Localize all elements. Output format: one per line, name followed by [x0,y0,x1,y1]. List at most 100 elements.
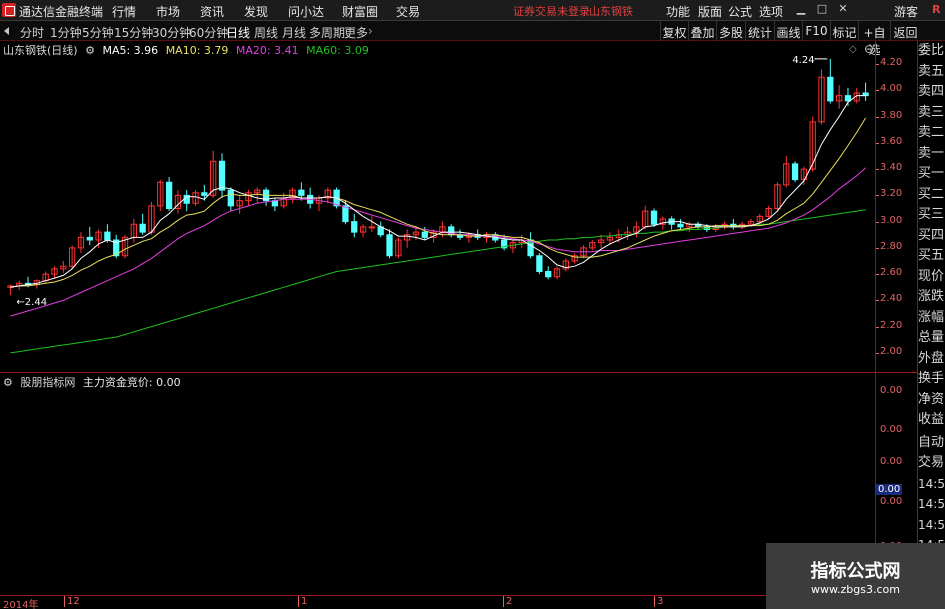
period-fenshi[interactable]: 分时 [20,24,44,41]
tick-time: 14:56 [918,476,945,491]
btn-biaoji[interactable]: 标记 [830,21,858,41]
date-label-12: 12 [64,596,80,607]
login-warning[interactable]: 证券交易未登录 [513,3,590,19]
candle-down [421,231,428,238]
candle-down [650,210,658,225]
menu-item-zixun[interactable]: 资讯 [200,3,224,20]
price-tick-mark [876,195,879,197]
tick-time: 14:56 [918,497,945,511]
trade-label[interactable]: 交易 [918,453,945,474]
candle-down [104,231,111,241]
period-monthly[interactable]: 月线 [282,24,306,41]
quote-label: 卖五 [918,63,945,79]
price-tick: 2.20 [880,319,903,331]
menu-item-xuanxiang[interactable]: 选项 [759,3,783,20]
guest-link[interactable]: 游客 [894,3,918,20]
btn-duogu[interactable]: 多股 [716,21,745,41]
price-tick: 2.80 [880,240,903,252]
app-logo-icon [2,3,16,17]
candle-down [271,200,279,207]
date-label-3: 3 [654,596,663,607]
app-title: 通达信金融终端 [19,5,104,19]
indicator-tick: 0.00 [880,424,903,435]
minimize-icon[interactable]: ▁ [793,2,809,18]
quote-label: 现价 [918,268,945,284]
menu-item-wenxiaoda[interactable]: 问小达 [288,3,324,20]
quote-label: 外盘 [918,350,945,366]
price-tick: 3.00 [880,214,903,226]
price-tick: 2.00 [880,345,903,357]
candle-down [545,271,552,278]
btn-back[interactable]: 返回 [890,21,920,41]
btn-fuquan[interactable]: 复权 [660,21,688,41]
menu-item-hangqing[interactable]: 行情 [112,3,136,20]
close-icon[interactable]: ✕ [835,2,851,18]
indicator-name: 股朋指标网 [20,376,76,389]
candle-down [791,163,799,181]
indicator-panel[interactable]: ⚙ 股朋指标网 主力资金竞价: 0.00 [0,373,875,595]
price-tick-mark [876,142,879,144]
candle-down [139,223,146,233]
period-60min[interactable]: 60分钟 [189,24,228,41]
kline-panel[interactable]: 山东钢铁(日线) ⚙ MA5: 3.96 MA10: 3.79 MA20: 3.… [0,41,875,371]
period-1min[interactable]: 1分钟 [50,24,82,41]
watermark-url: www.zbgs3.com [811,583,900,596]
price-tick: 4.20 [880,57,903,69]
quote-label: 买一 [918,166,945,181]
price-axis: 4.20 4.00 3.80 3.60 3.40 3.20 3.00 2.80 2.60 2.40… [875,41,917,373]
indicator-current-value: 0.00 [876,484,903,495]
trade-label[interactable]: 自动 [918,433,945,454]
period-15min[interactable]: 15分钟 [114,24,153,41]
tick-time: 14:56 [918,517,945,532]
quote-side-panel: 委比 卖五 卖四 卖三 卖二 卖一 买一 买二 买三 买四 买五 现价 涨跌 涨幅 总量 外盘 换手 净资 收益 自动… [917,41,945,609]
quote-label: 卖二 [918,125,945,140]
more-chevron-icon[interactable]: › [368,24,373,38]
menu-item-faxian[interactable]: 发现 [244,3,268,20]
collapse-left-icon[interactable] [4,27,9,35]
candle-up [368,226,376,229]
menu-item-jiaoyi[interactable]: 交易 [396,3,420,20]
maximize-icon[interactable]: □ [814,2,830,18]
price-tick: 3.20 [880,188,903,200]
price-tick-mark [876,221,879,223]
indicator-toggle-icon[interactable]: ⚙ [3,376,13,389]
low-price-label: ←2.44 [16,297,47,308]
ma20-line [10,167,866,317]
period-more[interactable]: 更多 [344,24,368,41]
price-tick-mark [876,300,879,302]
quote-label: 委比 [918,43,945,58]
menu-item-caifuquan[interactable]: 财富圈 [342,3,378,20]
menu-bar: 通达信金融终端 行情 市场 资讯 发现 问小达 财富圈 交易 证券交易未登录 山… [0,0,945,21]
period-multi[interactable]: 多周期 [309,24,345,41]
btn-tongji[interactable]: 统计 [745,21,774,41]
watermark-banner: 指标公式网 www.zbgs3.com [766,543,945,609]
candle-down [298,189,305,196]
quote-label: 卖一 [918,145,945,161]
btn-add-watchlist[interactable]: +自选 [858,21,890,57]
menu-item-gongshi[interactable]: 公式 [728,3,752,20]
menu-item-gongneng[interactable]: 功能 [666,3,690,20]
period-30min[interactable]: 30分钟 [152,24,191,41]
ma10-line [10,117,867,288]
candle-down [677,223,684,228]
btn-huaxian[interactable]: 画线 [774,21,802,41]
menu-item-shichang[interactable]: 市场 [156,3,180,20]
quote-label: 买二 [918,186,945,202]
candle-down [201,192,208,196]
btn-f10[interactable]: F10 [802,21,830,41]
price-tick: 4.00 [880,83,903,95]
period-weekly[interactable]: 周线 [254,24,278,41]
quote-label: 涨跌 [918,289,945,304]
candle-down [536,255,543,272]
price-tick: 3.80 [880,109,903,121]
period-5min[interactable]: 5分钟 [82,24,114,41]
candle-down [165,181,173,209]
indicator-legend: ⚙ 股朋指标网 主力资金竞价: 0.00 [3,374,185,390]
indicator-value: 主力资金竞价: 0.00 [82,376,181,389]
candle-down [351,221,358,233]
menu-item-banmian[interactable]: 版面 [698,3,722,20]
btn-diejia[interactable]: 叠加 [688,21,716,41]
candle-down [86,236,93,241]
period-daily[interactable]: 日线 [226,24,250,41]
indicator-tick: 0.00 [880,385,903,396]
